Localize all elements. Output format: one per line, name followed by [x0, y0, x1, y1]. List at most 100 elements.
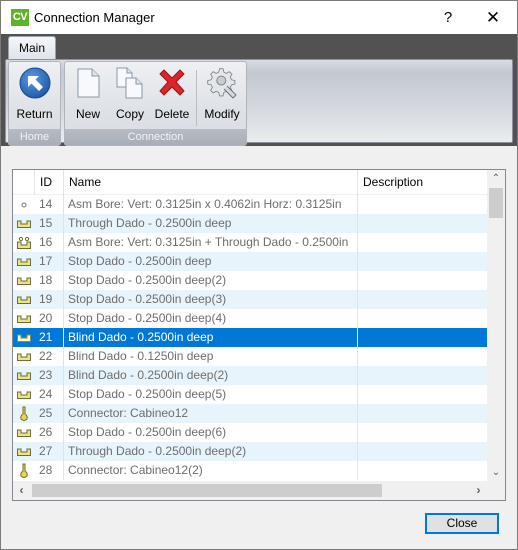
help-button[interactable]: ?	[433, 1, 463, 34]
table-row[interactable]: 24 Stop Dado - 0.2500in deep(5)	[13, 385, 487, 404]
dado-icon	[13, 385, 35, 404]
horizontal-scroll-thumb[interactable]	[32, 484, 382, 497]
column-header-name[interactable]: Name	[64, 170, 358, 195]
row-name: Blind Dado - 0.2500in deep	[64, 328, 358, 347]
ribbon: Main Return Home New Copy Delete Modify …	[1, 34, 517, 146]
column-header-id[interactable]: ID	[35, 170, 64, 195]
return-button[interactable]: Return	[11, 64, 58, 126]
table-row[interactable]: 27 Through Dado - 0.2500in deep(2)	[13, 442, 487, 461]
column-header-icon[interactable]	[13, 170, 35, 195]
grid-rows: 14 Asm Bore: Vert: 0.3125in x 0.4062in Ho…	[13, 195, 487, 481]
table-row[interactable]: 23 Blind Dado - 0.2500in deep(2)	[13, 366, 487, 385]
dado-icon	[13, 423, 35, 442]
row-name: Through Dado - 0.2500in deep(2)	[64, 442, 358, 461]
table-row[interactable]: 20 Stop Dado - 0.2500in deep(4)	[13, 309, 487, 328]
copy-label: Copy	[115, 107, 144, 121]
table-row[interactable]: 15 Through Dado - 0.2500in deep	[13, 214, 487, 233]
dado-icon	[13, 442, 35, 461]
row-name: Asm Bore: Vert: 0.3125in + Through Dado …	[64, 233, 358, 252]
ribbon-group-home: Return Home	[8, 61, 61, 146]
delete-x-icon	[159, 69, 185, 96]
scroll-right-icon[interactable]: ›	[470, 481, 487, 500]
new-button[interactable]: New	[69, 64, 107, 126]
row-description	[358, 347, 487, 366]
gear-wrench-icon	[207, 68, 237, 99]
row-id: 24	[35, 385, 64, 404]
row-id: 20	[35, 309, 64, 328]
row-name: Blind Dado - 0.2500in deep(2)	[64, 366, 358, 385]
row-id: 16	[35, 233, 64, 252]
row-name: Stop Dado - 0.2500in deep(5)	[64, 385, 358, 404]
scrollbar-corner	[487, 481, 505, 500]
modify-button[interactable]: Modify	[201, 64, 243, 126]
table-row[interactable]: 22 Blind Dado - 0.1250in deep	[13, 347, 487, 366]
group-label-connection: Connection	[65, 129, 246, 145]
delete-button[interactable]: Delete	[152, 64, 192, 126]
ribbon-group-connection: New Copy Delete Modify Connection	[64, 61, 247, 146]
connector-icon	[13, 404, 35, 423]
dado-icon	[13, 290, 35, 309]
bore-dado-icon	[13, 233, 35, 252]
row-name: Stop Dado - 0.2500in deep	[64, 252, 358, 271]
row-description	[358, 214, 487, 233]
row-description	[358, 366, 487, 385]
row-id: 15	[35, 214, 64, 233]
row-id: 28	[35, 461, 64, 480]
title-bar: CV Connection Manager ? ✕	[1, 1, 517, 34]
row-description	[358, 423, 487, 442]
copy-documents-icon	[116, 67, 143, 99]
app-logo-icon: CV	[11, 9, 29, 26]
window-close-button[interactable]: ✕	[477, 1, 509, 34]
row-id: 26	[35, 423, 64, 442]
row-description	[358, 328, 487, 347]
new-document-icon	[77, 68, 100, 98]
row-id: 17	[35, 252, 64, 271]
table-row[interactable]: 25 Connector: Cabineo12	[13, 404, 487, 423]
row-description	[358, 385, 487, 404]
connector-icon	[13, 461, 35, 480]
new-label: New	[75, 107, 100, 121]
row-description	[358, 404, 487, 423]
row-id: 23	[35, 366, 64, 385]
vertical-scroll-thumb[interactable]	[489, 188, 503, 218]
row-description	[358, 233, 487, 252]
table-row[interactable]: 28 Connector: Cabineo12(2)	[13, 461, 487, 480]
row-name: Stop Dado - 0.2500in deep(3)	[64, 290, 358, 309]
horizontal-scrollbar[interactable]: ‹ ›	[13, 481, 487, 500]
table-row[interactable]: 14 Asm Bore: Vert: 0.3125in x 0.4062in Ho…	[13, 195, 487, 214]
tab-main[interactable]: Main	[8, 36, 56, 60]
column-header-description[interactable]: Description	[358, 170, 487, 195]
dado-icon	[13, 347, 35, 366]
copy-button[interactable]: Copy	[111, 64, 149, 126]
ribbon-panel: Return Home New Copy Delete Modify Conne…	[5, 59, 513, 146]
return-label: Return	[16, 107, 53, 121]
table-row[interactable]: 16 Asm Bore: Vert: 0.3125in + Through Dad…	[13, 233, 487, 252]
dado-icon	[13, 252, 35, 271]
row-name: Connector: Cabineo12	[64, 404, 358, 423]
dado-icon	[13, 271, 35, 290]
table-row[interactable]: 26 Stop Dado - 0.2500in deep(6)	[13, 423, 487, 442]
row-id: 25	[35, 404, 64, 423]
scroll-left-icon[interactable]: ‹	[13, 481, 30, 500]
scroll-down-icon[interactable]: ⌄	[487, 464, 505, 481]
scroll-up-icon[interactable]: ⌃	[487, 170, 505, 187]
close-button[interactable]: Close	[425, 513, 499, 534]
connections-list: ID Name Description 14 Asm Bore: Vert: 0.…	[12, 169, 506, 501]
row-description	[358, 271, 487, 290]
row-name: Stop Dado - 0.2500in deep(2)	[64, 271, 358, 290]
delete-label: Delete	[154, 107, 190, 121]
window-title: Connection Manager	[34, 10, 155, 25]
row-description	[358, 461, 487, 480]
modify-label: Modify	[204, 107, 240, 121]
dado-icon	[13, 214, 35, 233]
row-id: 21	[35, 328, 64, 347]
table-row[interactable]: 17 Stop Dado - 0.2500in deep	[13, 252, 487, 271]
row-description	[358, 290, 487, 309]
connection-manager-window: CV Connection Manager ? ✕ Main Return Ho…	[0, 0, 518, 550]
row-name: Through Dado - 0.2500in deep	[64, 214, 358, 233]
table-row[interactable]: 19 Stop Dado - 0.2500in deep(3)	[13, 290, 487, 309]
table-row[interactable]: 21 Blind Dado - 0.2500in deep	[13, 328, 487, 347]
ribbon-separator	[196, 70, 197, 126]
table-row[interactable]: 18 Stop Dado - 0.2500in deep(2)	[13, 271, 487, 290]
vertical-scrollbar[interactable]: ⌃ ⌄	[487, 170, 505, 481]
